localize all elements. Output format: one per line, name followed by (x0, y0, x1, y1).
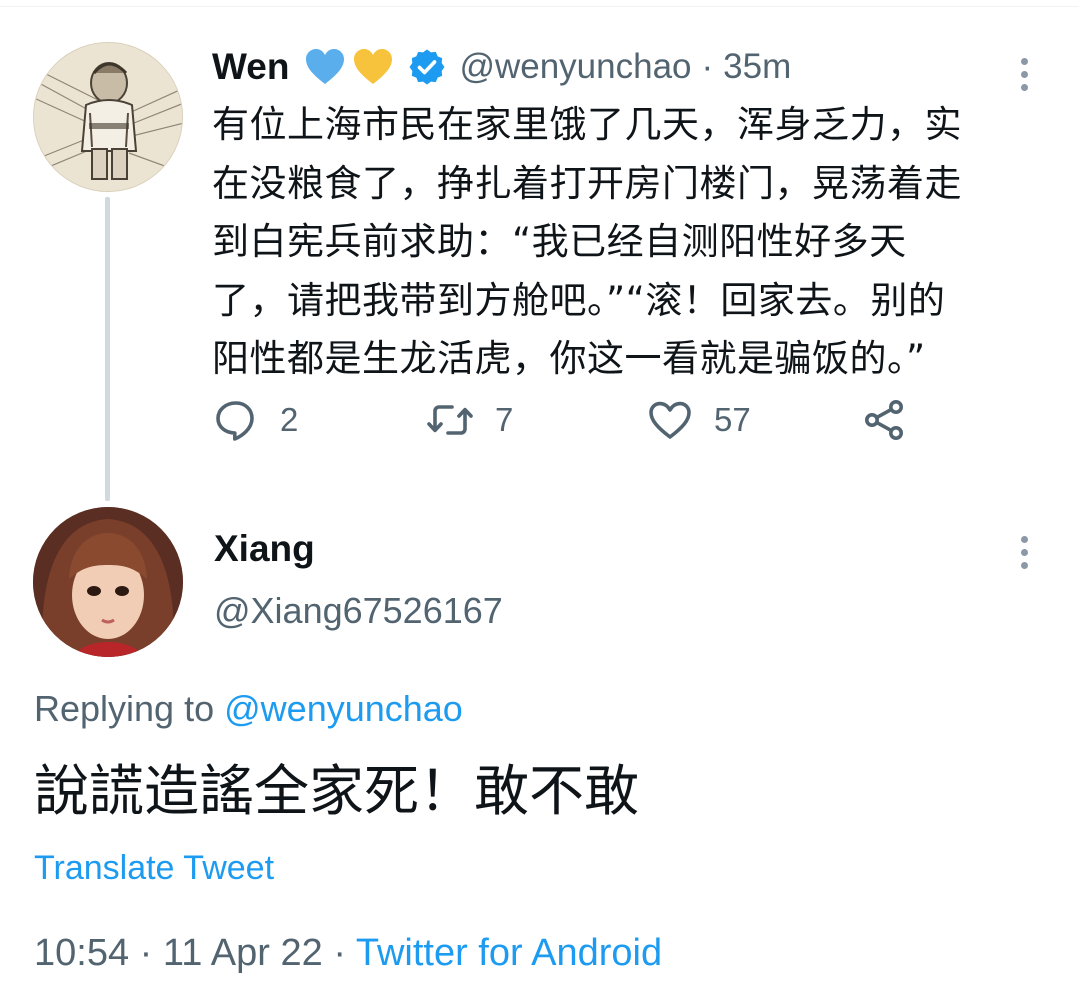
heart-icon (649, 401, 691, 439)
tweet-time: 10:54 (34, 932, 130, 974)
tweet-date: 11 Apr 22 (162, 932, 323, 974)
replying-to-mention-link[interactable]: @wenyunchao (224, 688, 463, 729)
xiang-avatar[interactable] (33, 507, 183, 657)
tweet-text-line: 在没粮食了，挣扎着打开房门楼门，晃荡着走 (212, 161, 962, 205)
meta-separator: · (333, 932, 346, 974)
more-dot-icon (1020, 83, 1028, 91)
like-button[interactable]: 57 (646, 392, 751, 448)
reply-tweet-more-button[interactable] (1009, 520, 1039, 584)
tweet-meta-line: 10:54 · 11 Apr 22 · Twitter for Android (34, 932, 662, 975)
blue-heart-emoji-icon (303, 45, 347, 89)
retweet-button[interactable]: 7 (425, 392, 513, 448)
tweet-source-link[interactable]: Twitter for Android (356, 932, 662, 974)
share-icon (865, 400, 903, 440)
girl-portrait-avatar-image (33, 507, 183, 657)
more-dot-icon (1020, 57, 1028, 65)
wen-display-name[interactable]: Wen (212, 46, 289, 88)
more-dot-icon (1020, 535, 1028, 543)
verified-badge-icon (407, 47, 447, 87)
xiang-display-name[interactable]: Xiang (214, 528, 315, 570)
xiang-handle[interactable]: @Xiang67526167 (214, 590, 503, 632)
reply-icon (216, 401, 254, 441)
sketch-boy-avatar-image (34, 43, 182, 191)
tweet-text-line: 阳性都是生龙活虎，你这一看就是骗饭的。” (212, 337, 926, 380)
tweet-action-bar: 2 7 57 (212, 392, 932, 448)
original-tweet-text: 有位上海市民在家里饿了几天，浑身乏力，实 在没粮食了，挣扎着打开房门楼门，晃荡着… (212, 96, 1042, 389)
reply-count: 2 (280, 401, 299, 438)
top-divider (0, 6, 1079, 7)
translate-tweet-link[interactable]: Translate Tweet (34, 849, 274, 888)
more-dot-icon (1020, 70, 1028, 78)
more-dot-icon (1020, 548, 1028, 556)
original-tweet-header: Wen @wenyunchao · 35m (212, 40, 791, 94)
tweet-text-line: 到白宪兵前求助：“我已经自测阳性好多天 (212, 220, 907, 263)
more-dot-icon (1020, 561, 1028, 569)
tweet-text-line: 了，请把我带到方舱吧。”“滚！回家去。别的 (212, 278, 946, 322)
tweet-text-line: 有位上海市民在家里饿了几天，浑身乏力，实 (212, 103, 962, 146)
replying-to-line: Replying to @wenyunchao (34, 688, 463, 730)
replying-to-prefix: Replying to (34, 688, 215, 729)
retweet-count: 7 (495, 401, 514, 438)
yellow-heart-emoji-icon (351, 45, 395, 89)
header-separator: · (701, 47, 714, 86)
meta-separator: · (139, 932, 153, 974)
wen-avatar[interactable] (33, 42, 183, 192)
wen-handle[interactable]: @wenyunchao (459, 47, 691, 87)
thread-connector-line (105, 197, 110, 501)
tweet-time-ago[interactable]: 35m (723, 47, 791, 87)
retweet-icon (427, 405, 473, 435)
like-count: 57 (714, 401, 751, 438)
reply-tweet-text: 說謊造謠全家死！敢不敢 (34, 759, 640, 823)
reply-button[interactable]: 2 (212, 392, 298, 448)
share-button[interactable] (860, 392, 908, 448)
